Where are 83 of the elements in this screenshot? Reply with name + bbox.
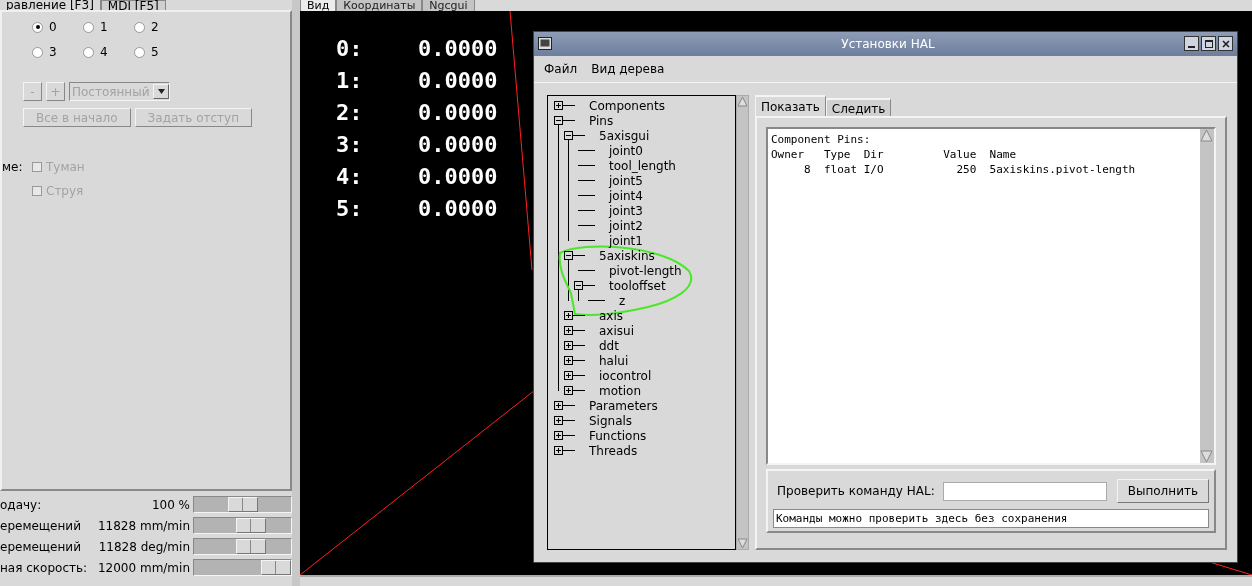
axis-label: 4: bbox=[336, 163, 364, 191]
slider-thumb[interactable] bbox=[235, 539, 266, 554]
expand-icon[interactable] bbox=[564, 386, 573, 395]
tab[interactable]: Координаты bbox=[336, 0, 423, 11]
axis-label: 3: bbox=[336, 131, 364, 159]
slider-thumb[interactable] bbox=[235, 518, 266, 533]
axis-label: 0: bbox=[336, 35, 364, 63]
radio-button[interactable]: 3 bbox=[32, 43, 83, 61]
slider-reading: 12000 mm/min bbox=[97, 559, 190, 577]
command-input[interactable] bbox=[942, 481, 1107, 501]
expand-icon[interactable] bbox=[564, 326, 573, 335]
expand-icon[interactable] bbox=[554, 416, 563, 425]
radio-indicator[interactable] bbox=[32, 46, 43, 58]
radio-button[interactable]: 4 bbox=[83, 43, 134, 61]
scroll-up-icon bbox=[737, 96, 748, 107]
caret-icon bbox=[157, 89, 165, 94]
slider-label: еремещений bbox=[0, 538, 81, 556]
status-text: Команды можно проверить здесь без сохранения bbox=[773, 509, 1209, 528]
radio-indicator[interactable] bbox=[83, 46, 94, 58]
axis-value: 0.0000 bbox=[418, 67, 498, 95]
axis-label: 2: bbox=[336, 99, 364, 127]
collapse-icon[interactable] bbox=[564, 131, 573, 140]
close-button[interactable] bbox=[1218, 36, 1233, 52]
radio-indicator[interactable] bbox=[134, 21, 145, 33]
tab[interactable]: Следить bbox=[825, 98, 892, 116]
radio-indicator[interactable] bbox=[83, 21, 94, 33]
scroll-down-icon bbox=[737, 538, 748, 549]
radio-indicator[interactable] bbox=[134, 46, 145, 58]
axis-value: 0.0000 bbox=[418, 35, 498, 63]
expand-icon[interactable] bbox=[564, 356, 573, 365]
collapse-icon[interactable] bbox=[554, 116, 563, 125]
slider-track[interactable] bbox=[193, 538, 292, 555]
slider-reading: 11828 mm/min bbox=[97, 517, 190, 535]
window-title: Установки HAL bbox=[840, 35, 935, 53]
expand-icon[interactable] bbox=[564, 311, 573, 320]
close-icon bbox=[1221, 39, 1230, 48]
slider-thumb[interactable] bbox=[227, 497, 258, 512]
radio-button[interactable]: 1 bbox=[83, 18, 134, 36]
slider-label: ная скорость: bbox=[0, 559, 88, 577]
radio-button[interactable]: 2 bbox=[134, 18, 185, 36]
tree-item[interactable]: z bbox=[619, 291, 626, 310]
slider-label: одачу: bbox=[0, 496, 42, 514]
tree-item[interactable]: joint5 bbox=[609, 171, 643, 190]
slider-label: еремещений bbox=[0, 517, 81, 535]
minimize-icon bbox=[1188, 46, 1195, 49]
expand-icon[interactable] bbox=[564, 371, 573, 380]
tree-item[interactable]: Threads bbox=[589, 441, 638, 460]
axis-value: 0.0000 bbox=[418, 99, 498, 127]
slider-thumb[interactable] bbox=[261, 560, 291, 575]
expand-icon[interactable] bbox=[554, 401, 563, 410]
collapse-icon[interactable] bbox=[564, 251, 573, 260]
maximize-button[interactable] bbox=[1201, 36, 1216, 52]
collapse-icon[interactable] bbox=[574, 281, 583, 290]
slider-track[interactable] bbox=[193, 517, 292, 534]
radio-button[interactable]: 0 bbox=[32, 18, 83, 36]
radio-button[interactable]: 5 bbox=[134, 43, 185, 61]
command-label: Проверить команду HAL: bbox=[777, 483, 935, 500]
coolant-label: ме: bbox=[2, 159, 24, 176]
tab[interactable]: Вид bbox=[300, 0, 337, 11]
minimize-button[interactable] bbox=[1184, 36, 1199, 52]
output-text: Component Pins: Owner Type Dir Value Name 8 float I/O 250 5axiskins.pivot-length bbox=[768, 129, 1200, 463]
axis-value: 0.0000 bbox=[418, 195, 498, 223]
slider-track[interactable] bbox=[193, 496, 292, 513]
menu-item[interactable]: Файл bbox=[544, 59, 578, 78]
expand-icon[interactable] bbox=[554, 446, 563, 455]
axis-label: 5: bbox=[336, 195, 364, 223]
axis-label: 1: bbox=[336, 67, 364, 95]
axis-value: 0.0000 bbox=[418, 131, 498, 159]
menu-item[interactable]: Вид дерева bbox=[591, 59, 665, 78]
tree-item[interactable]: pivot-length bbox=[609, 261, 682, 280]
run-button[interactable]: Выполнить bbox=[1116, 479, 1209, 503]
window-icon bbox=[538, 37, 552, 51]
expand-icon[interactable] bbox=[554, 101, 563, 110]
axis-value: 0.0000 bbox=[418, 163, 498, 191]
slider-reading: 100 % bbox=[151, 496, 190, 514]
tab[interactable]: Показать bbox=[755, 95, 826, 116]
expand-icon[interactable] bbox=[564, 341, 573, 350]
slider-reading: 11828 deg/min bbox=[98, 538, 190, 556]
maximize-icon bbox=[1204, 39, 1213, 48]
slider-track[interactable] bbox=[193, 559, 292, 576]
expand-icon[interactable] bbox=[554, 431, 563, 440]
tab[interactable]: Ngcgui bbox=[422, 0, 475, 11]
radio-indicator[interactable] bbox=[32, 21, 43, 33]
